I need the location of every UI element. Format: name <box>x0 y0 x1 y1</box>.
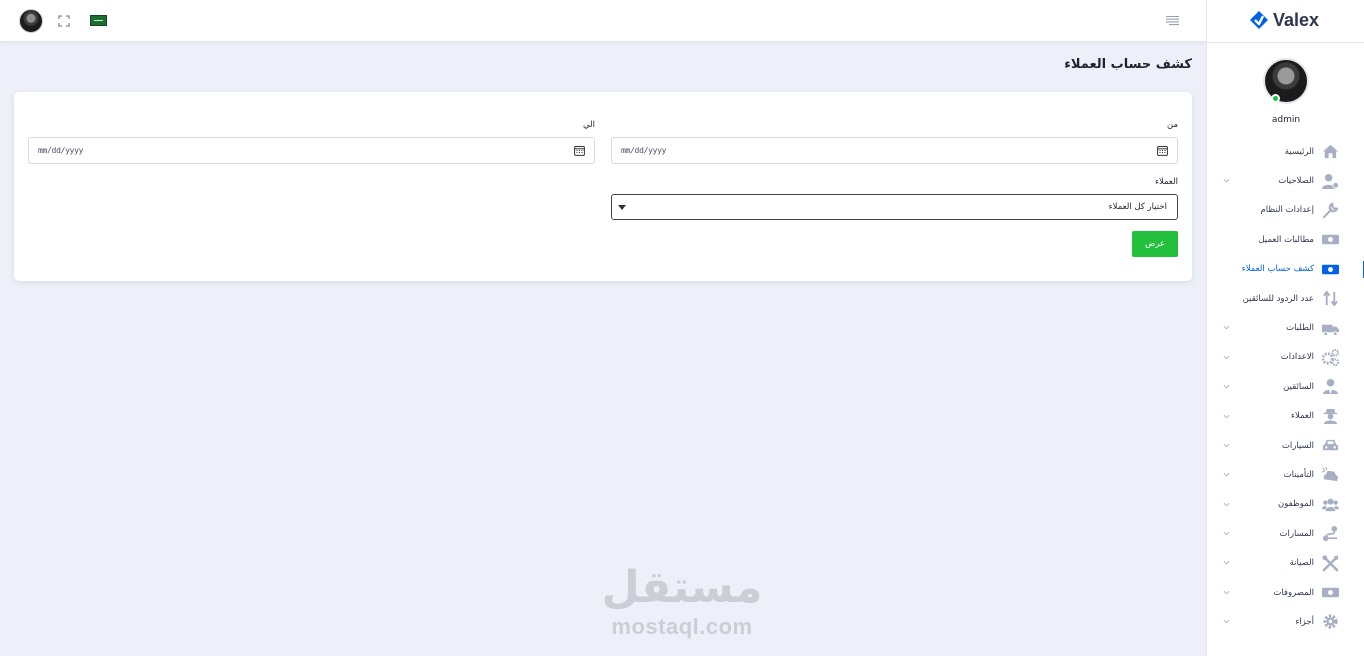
wrench-icon <box>1322 202 1339 219</box>
sidebar-item-label: إعدادات النظام <box>1260 205 1314 216</box>
from-date-input[interactable]: mm/dd/yyyy <box>611 137 1178 164</box>
chevron-down-icon <box>1223 531 1230 536</box>
sidebar-item-label: المسارات <box>1279 528 1314 539</box>
sidebar-item-maintenance[interactable]: الصيانة <box>1207 548 1364 577</box>
watermark-arabic: مستقل <box>601 562 763 613</box>
calendar-icon[interactable] <box>574 145 585 156</box>
sidebar-item-label: الصلاحيات <box>1278 176 1314 187</box>
route-icon <box>1322 526 1338 542</box>
truck-icon <box>1322 324 1339 336</box>
home-icon <box>1322 145 1339 159</box>
chevron-down-icon <box>1223 620 1230 624</box>
sidebar-item-label: مطالبات العميل <box>1258 234 1314 245</box>
sidebar-item-parts[interactable]: أجزاء <box>1207 607 1364 636</box>
sidebar-item-driver-replies[interactable]: عدد الردود للسائقين <box>1207 284 1364 313</box>
chevron-down-icon <box>1223 355 1230 360</box>
page-title: كشف حساب العملاء <box>1064 57 1192 72</box>
customers-label: العملاء <box>1154 177 1178 187</box>
customers-select[interactable]: اختيار كل العملاء <box>611 194 1178 220</box>
top-header <box>0 0 1206 42</box>
sidebar-item-label: التأمينات <box>1283 469 1314 480</box>
fullscreen-icon[interactable] <box>58 15 70 27</box>
sidebar-item-label: الصيانة <box>1289 558 1314 569</box>
sidebar-item-settings[interactable]: الاعدادات <box>1207 343 1364 372</box>
sidebar-item-label: كشف حساب العملاء <box>1241 264 1314 275</box>
gears-icon <box>1322 348 1339 366</box>
watermark-latin: mostaql.com <box>611 614 753 639</box>
caret-down-icon <box>618 205 626 210</box>
sidebar-item-orders[interactable]: الطلبات <box>1207 313 1364 342</box>
brand-logo-icon <box>1250 11 1268 29</box>
to-date-input[interactable]: mm/dd/yyyy <box>28 137 595 164</box>
users-icon <box>1322 498 1339 511</box>
sidebar-item-label: المصروفات <box>1273 587 1314 598</box>
brand-name: Valex <box>1273 9 1320 30</box>
sidebar-item-drivers[interactable]: السائقين <box>1207 372 1364 401</box>
user-tie-icon <box>1322 379 1339 395</box>
sidebar-item-label: السيارات <box>1281 440 1314 451</box>
customers-selected-value: اختيار كل العملاء <box>1108 202 1167 212</box>
from-date-placeholder: mm/dd/yyyy <box>621 146 667 155</box>
sidebar-item-label: الاعدادات <box>1280 352 1314 363</box>
sidebar-nav: الرئيسية الصلاحيات إعدادات النظام مطالبا… <box>1207 137 1364 637</box>
car-crash-icon <box>1322 467 1339 482</box>
sidebar-item-label: الرئيسية <box>1284 146 1314 157</box>
money-bill-icon <box>1322 235 1339 245</box>
sidebar: Valex admin الرئيسية الصلاحيات إعدادات ا… <box>1206 0 1364 656</box>
sidebar-item-label: عدد الردود للسائقين <box>1242 293 1314 304</box>
cog-icon <box>1323 614 1338 630</box>
sidebar-item-insurance[interactable]: التأمينات <box>1207 460 1364 489</box>
car-icon <box>1322 439 1339 451</box>
chevron-down-icon <box>1223 443 1230 448</box>
watermark: مستقل mostaql.com <box>596 562 768 644</box>
user-gear-icon <box>1322 173 1339 189</box>
sidebar-item-customer-claims[interactable]: مطالبات العميل <box>1207 225 1364 254</box>
sidebar-item-customers[interactable]: العملاء <box>1207 402 1364 431</box>
chevron-down-icon <box>1223 561 1230 565</box>
chevron-down-icon <box>1223 179 1230 183</box>
sidebar-item-label: الموظفون <box>1278 499 1314 510</box>
header-avatar[interactable] <box>19 9 43 33</box>
brand[interactable]: Valex <box>1249 9 1319 31</box>
sidebar-username: admin <box>1271 115 1301 125</box>
avatar-image <box>1263 58 1309 104</box>
from-date-label: من <box>1166 120 1178 130</box>
filter-card: من الي mm/dd/yyyy mm/dd/yyyy العملاء اخت… <box>14 92 1192 281</box>
tools-icon <box>1322 555 1339 571</box>
sidebar-item-employees[interactable]: الموظفون <box>1207 490 1364 519</box>
sidebar-item-customer-statement[interactable]: كشف حساب العملاء <box>1207 255 1364 284</box>
sidebar-item-label: العملاء <box>1290 411 1314 422</box>
user-secret-icon <box>1323 408 1338 424</box>
online-status-dot <box>1271 94 1280 103</box>
sidebar-item-cars[interactable]: السيارات <box>1207 431 1364 460</box>
sidebar-item-label: السائقين <box>1283 381 1314 392</box>
sidebar-avatar[interactable] <box>1263 58 1309 104</box>
money-bill-icon <box>1322 264 1339 274</box>
chevron-down-icon <box>1223 473 1230 477</box>
sidebar-item-label: أجزاء <box>1295 616 1314 627</box>
calendar-icon[interactable] <box>1157 145 1168 156</box>
chevron-down-icon <box>1223 502 1230 507</box>
chevron-down-icon <box>1223 326 1230 330</box>
menu-toggle-icon[interactable] <box>1166 15 1179 26</box>
sidebar-item-permissions[interactable]: الصلاحيات <box>1207 166 1364 195</box>
sidebar-item-label: الطلبات <box>1286 323 1314 334</box>
sidebar-item-routes[interactable]: المسارات <box>1207 519 1364 548</box>
sidebar-item-expenses[interactable]: المصروفات <box>1207 578 1364 607</box>
chevron-down-icon <box>1223 590 1230 595</box>
divider <box>1207 42 1364 43</box>
chevron-down-icon <box>1223 414 1230 418</box>
sort-icon <box>1323 290 1338 307</box>
to-date-label: الي <box>582 120 595 130</box>
show-button[interactable]: عرض <box>1132 231 1178 257</box>
sidebar-item-home[interactable]: الرئيسية <box>1207 137 1364 166</box>
language-flag-icon[interactable] <box>90 15 107 26</box>
to-date-placeholder: mm/dd/yyyy <box>38 146 84 155</box>
money-bill-icon <box>1322 587 1339 598</box>
chevron-down-icon <box>1223 385 1230 389</box>
sidebar-item-system-settings[interactable]: إعدادات النظام <box>1207 196 1364 225</box>
